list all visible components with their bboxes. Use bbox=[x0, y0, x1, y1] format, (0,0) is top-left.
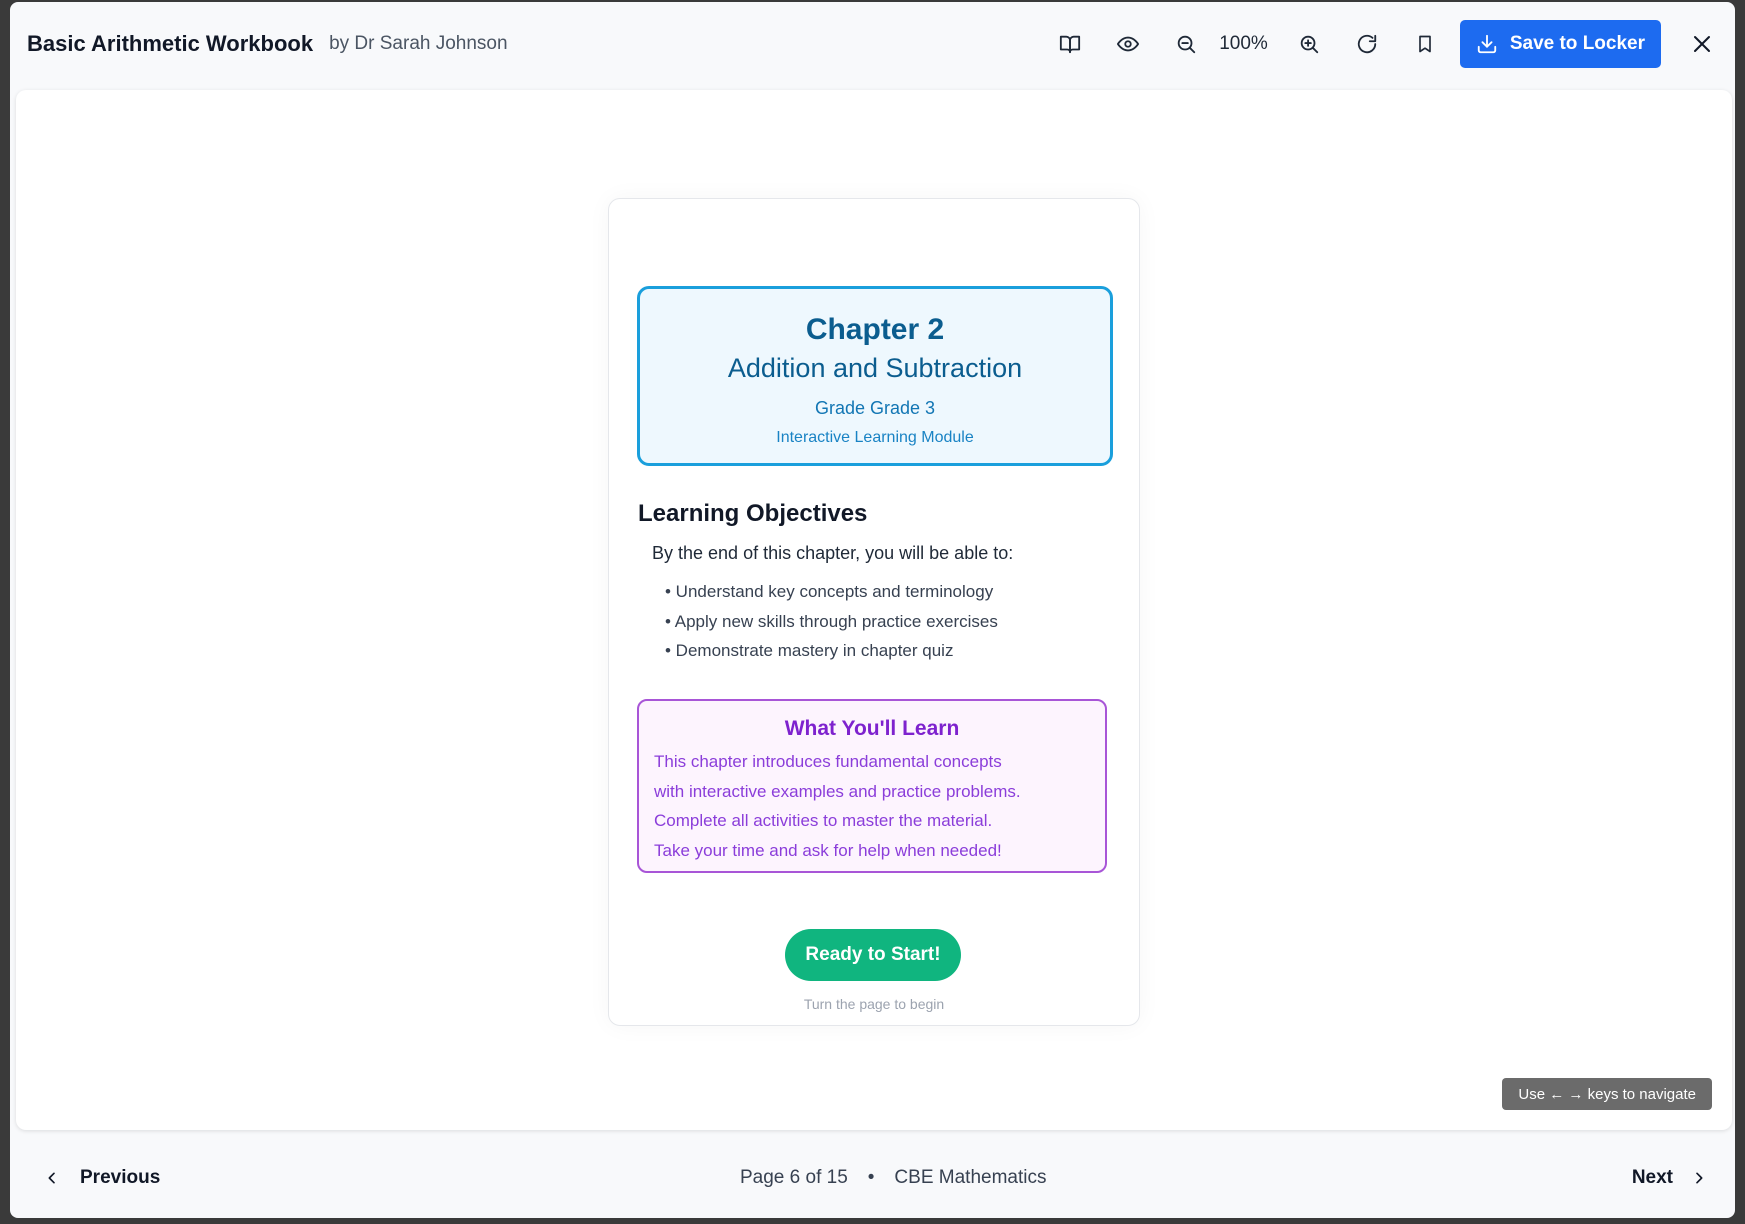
subject-label: CBE Mathematics bbox=[894, 1167, 1047, 1188]
reader-footer: Previous Page 6 of 15 • CBE Mathematics … bbox=[10, 1138, 1735, 1218]
chapter-grade: Grade Grade 3 bbox=[814, 398, 936, 418]
zoom-level: 100% bbox=[1219, 33, 1268, 54]
page-indicator: Page 6 of 15 bbox=[740, 1167, 848, 1188]
ready-to-start-button[interactable]: Ready to Start! bbox=[785, 929, 961, 981]
save-to-locker-button[interactable]: Save to Locker bbox=[1459, 20, 1661, 68]
save-label: Save to Locker bbox=[1509, 33, 1645, 54]
preview-button[interactable] bbox=[1113, 29, 1143, 59]
turn-page-hint: Turn the page to begin bbox=[803, 996, 945, 1012]
chapter-title: Addition and Subtraction bbox=[727, 353, 1023, 383]
book-author: by Dr Sarah Johnson bbox=[329, 33, 508, 54]
separator-dot: • bbox=[867, 1167, 875, 1188]
bookmark-icon bbox=[1418, 35, 1431, 53]
bookmark-button[interactable] bbox=[1410, 29, 1440, 59]
chapter-card: Chapter 2 Addition and Subtraction Grade… bbox=[637, 286, 1113, 466]
what-youll-learn-box: What You'll Learn This chapter introduce… bbox=[637, 699, 1107, 873]
eye-icon bbox=[1117, 36, 1140, 52]
book-title: Basic Arithmetic Workbook bbox=[27, 31, 314, 56]
next-button[interactable]: Next bbox=[1632, 1167, 1707, 1189]
book-view-button[interactable] bbox=[1055, 29, 1085, 59]
previous-button[interactable]: Previous bbox=[44, 1167, 160, 1189]
chevron-left-icon bbox=[48, 1172, 55, 1184]
chevron-right-icon bbox=[1696, 1172, 1703, 1184]
learn-line: This chapter introduces fundamental conc… bbox=[654, 752, 1002, 771]
chapter-number: Chapter 2 bbox=[805, 313, 945, 346]
rotate-button[interactable] bbox=[1352, 29, 1382, 59]
close-icon bbox=[1694, 36, 1710, 52]
next-label: Next bbox=[1631, 1167, 1673, 1188]
zoom-out-icon bbox=[1177, 35, 1196, 54]
zoom-in-button[interactable] bbox=[1294, 29, 1324, 59]
learn-line: with interactive examples and practice p… bbox=[654, 781, 1021, 801]
zoom-in-icon bbox=[1300, 35, 1318, 54]
learn-text: This chapter introduces fundamental conc… bbox=[654, 747, 1105, 865]
close-button[interactable] bbox=[1687, 29, 1717, 59]
reader-modal: Basic Arithmetic Workbook by Dr Sarah Jo… bbox=[10, 2, 1735, 1218]
objectives-list: • Understand key concepts and terminolog… bbox=[665, 577, 998, 666]
objective-item: • Understand key concepts and terminolog… bbox=[665, 582, 994, 601]
toolbar: 100% Save to Locker bbox=[1055, 2, 1735, 86]
learn-line: Complete all activities to master the ma… bbox=[654, 811, 993, 830]
book-page: Chapter 2 Addition and Subtraction Grade… bbox=[608, 198, 1140, 1026]
learn-line: Take your time and ask for help when nee… bbox=[654, 840, 1002, 860]
download-icon bbox=[1477, 34, 1496, 54]
keyboard-navigation-hint: Use ← → keys to navigate bbox=[1502, 1078, 1712, 1110]
learn-title: What You'll Learn bbox=[784, 717, 960, 740]
chapter-module: Interactive Learning Module bbox=[776, 429, 974, 446]
rotate-icon bbox=[1357, 34, 1376, 54]
reader-header: Basic Arithmetic Workbook by Dr Sarah Jo… bbox=[10, 2, 1735, 86]
objectives-intro: By the end of this chapter, you will be … bbox=[652, 543, 1014, 563]
objectives-heading: Learning Objectives bbox=[638, 500, 868, 527]
previous-label: Previous bbox=[80, 1167, 161, 1188]
objective-item: • Apply new skills through practice exer… bbox=[665, 611, 998, 631]
book-open-icon bbox=[1060, 35, 1081, 54]
reader-content: Chapter 2 Addition and Subtraction Grade… bbox=[16, 90, 1732, 1130]
objective-item: • Demonstrate mastery in chapter quiz bbox=[665, 641, 954, 660]
zoom-out-button[interactable] bbox=[1171, 29, 1201, 59]
page-info: Page 6 of 15 • CBE Mathematics bbox=[740, 1167, 1046, 1189]
